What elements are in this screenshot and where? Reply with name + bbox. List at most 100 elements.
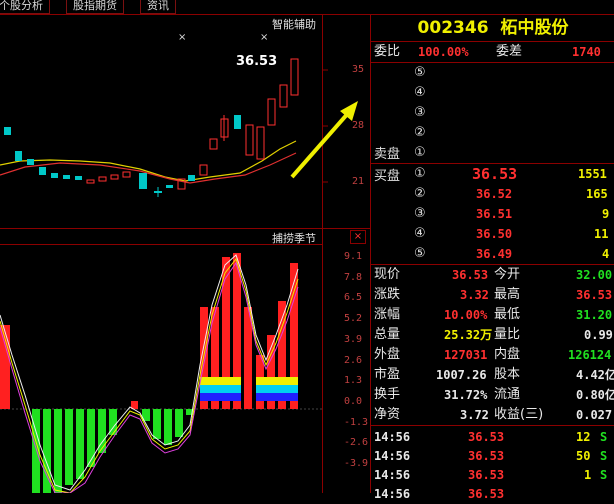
- tab-stock-analysis[interactable]: 个股分析: [0, 0, 50, 14]
- candle: [267, 98, 276, 126]
- buy-level-index: ③: [414, 206, 426, 221]
- bar: [65, 409, 73, 485]
- candle: [245, 124, 254, 156]
- stock-code: 002346: [417, 18, 489, 38]
- buy-level-index: ①: [414, 166, 426, 181]
- band: [200, 377, 241, 385]
- quote-label: 总量: [374, 327, 401, 342]
- candlestick-chart: [0, 58, 358, 197]
- quote-value: 0.80亿: [576, 388, 614, 402]
- buy-level-index: ④: [414, 226, 426, 241]
- sell-level-4: ④: [414, 85, 426, 100]
- candle: [188, 175, 195, 181]
- tick-row: 14:56 36.53 1 S: [372, 465, 614, 485]
- bar: [43, 409, 51, 493]
- candle: [39, 167, 46, 175]
- tick-row: 14:56 36.53 12 S: [372, 427, 614, 447]
- candle: [27, 159, 34, 165]
- annotation-arrow: [290, 109, 352, 179]
- candles: [4, 58, 299, 197]
- tick-row: 14:56 36.53 50 S: [372, 446, 614, 466]
- quote-label: 涨跌: [374, 287, 401, 302]
- buy-level-row: ③ 36.51 9: [372, 204, 614, 224]
- tick-time: 14:56: [374, 430, 411, 444]
- tick-time: 14:56: [374, 468, 411, 482]
- candle: [15, 151, 22, 161]
- buy-level-price: 36.53: [472, 165, 518, 183]
- buy-level-volume: 9: [602, 207, 610, 221]
- candle: [154, 191, 162, 193]
- band: [256, 385, 298, 393]
- quote-value: 31.72%: [444, 388, 488, 402]
- bar: [164, 409, 172, 445]
- candle: [279, 84, 288, 108]
- quote-value: 36.53: [452, 268, 489, 282]
- value-commission-diff: 1740: [572, 45, 601, 59]
- quote-value: 4.42亿: [576, 368, 614, 382]
- quote-label: 市盈: [374, 367, 401, 382]
- bar: [87, 409, 95, 467]
- sell-level-5: ⑤: [414, 65, 426, 80]
- quote-value: 31.20: [576, 308, 613, 322]
- quote-label: 换手: [374, 387, 401, 402]
- label-commission-diff: 委差: [496, 44, 523, 59]
- quote-value: 32.00: [576, 268, 613, 282]
- bar: [153, 409, 161, 439]
- buy-level-row: ② 36.52 165: [372, 184, 614, 204]
- stock-name: 柘中股份: [500, 18, 569, 38]
- tab-index-futures[interactable]: 股指期货: [66, 0, 124, 14]
- candle: [209, 138, 218, 150]
- value-commission-ratio: 100.00%: [418, 45, 469, 59]
- quote-value: 25.32万: [444, 328, 493, 342]
- candle: [199, 164, 208, 176]
- quote-label: 净资: [374, 407, 401, 422]
- candle: [98, 176, 107, 182]
- band: [200, 393, 241, 401]
- tick-price: 36.53: [468, 449, 505, 463]
- candle: [166, 185, 173, 188]
- buy-level-index: ②: [414, 186, 426, 201]
- candle: [75, 176, 82, 180]
- quote-row: 市盈 1007.26 股本 4.42亿: [372, 365, 614, 385]
- tick-side: S: [600, 449, 608, 463]
- quote-value: 3.72: [460, 408, 489, 422]
- quote-value: 0.027: [576, 408, 613, 422]
- candle: [51, 173, 58, 178]
- candle: [139, 173, 147, 189]
- band: [256, 393, 298, 401]
- quote-value: 10.00%: [444, 308, 488, 322]
- tab-news[interactable]: 资讯: [140, 0, 176, 14]
- candle: [256, 126, 265, 160]
- quote-label: 最低: [494, 307, 521, 322]
- sell-label: 卖盘: [374, 147, 401, 162]
- sell-level-indices: ⑤ ④ ③ ② ①: [414, 63, 426, 163]
- sell-level-1: ①: [414, 145, 426, 160]
- panel-divider: [0, 228, 370, 229]
- green-bars: [32, 409, 194, 493]
- buy-level-volume: 165: [586, 187, 608, 201]
- buy-level-row: ⑤ 36.49 4: [372, 244, 614, 264]
- bar: [76, 409, 84, 479]
- close-icon[interactable]: ×: [350, 230, 366, 244]
- divider: [371, 425, 614, 426]
- quote-row: 涨跌 3.32 最高 36.53: [372, 285, 614, 305]
- quote-value: 1007.26: [436, 368, 487, 382]
- quote-row: 总量 25.32万 量比 0.99: [372, 325, 614, 345]
- buy-level-price: 36.49: [476, 247, 513, 261]
- bar: [175, 409, 183, 437]
- tick-time: 14:56: [374, 449, 411, 463]
- quote-value: 126124: [568, 348, 612, 362]
- buy-level-index: ⑤: [414, 246, 426, 261]
- tick-price: 36.53: [468, 468, 505, 482]
- candle: [63, 175, 70, 179]
- quote-value: 0.99: [584, 328, 613, 342]
- quote-label: 流通: [494, 387, 521, 402]
- quote-label: 现价: [374, 267, 401, 282]
- buy-level-price: 36.52: [476, 187, 513, 201]
- band: [200, 385, 241, 393]
- buy-level-row: ④ 36.50 11: [372, 224, 614, 244]
- quote-value: 36.53: [576, 288, 613, 302]
- quote-label: 量比: [494, 327, 521, 342]
- tick-price: 36.53: [468, 487, 505, 501]
- indicator-name-fishing-season: 捕捞季节: [272, 232, 316, 245]
